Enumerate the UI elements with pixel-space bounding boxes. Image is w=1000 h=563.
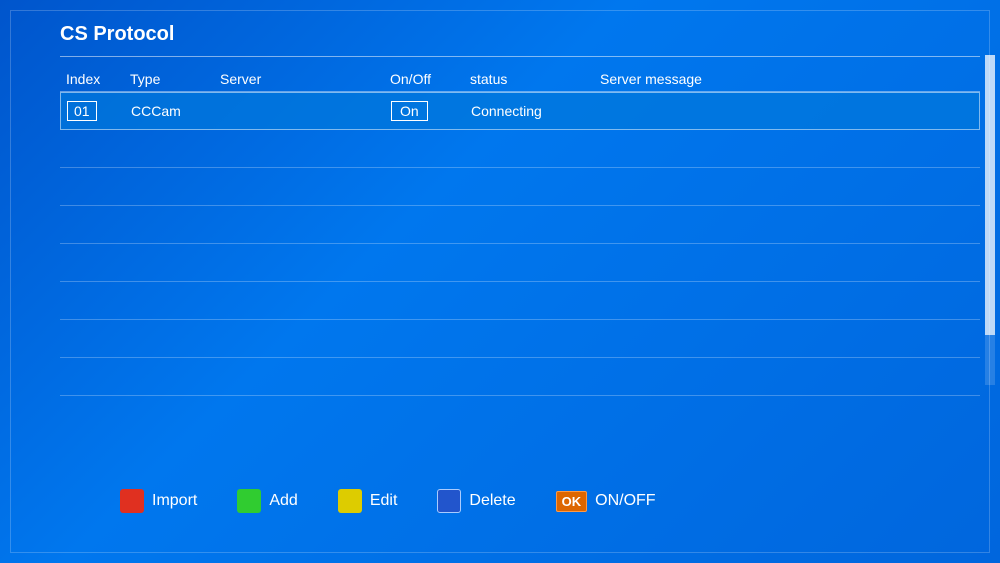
table-row-empty-2 (60, 168, 980, 206)
index-badge: 01 (67, 101, 97, 121)
table-row[interactable]: 01 CCCam On Connecting (60, 92, 980, 130)
delete-label: Delete (469, 492, 515, 510)
onoff-label: ON/OFF (595, 492, 655, 510)
header-type: Type (130, 71, 220, 87)
table-body: 01 CCCam On Connecting (60, 92, 980, 396)
header-message: Server message (600, 71, 980, 87)
ok-badge: OK (556, 491, 588, 512)
header-index: Index (60, 71, 130, 87)
table-headers: Index Type Server On/Off status Server m… (60, 67, 980, 92)
import-label: Import (152, 492, 197, 510)
scrollbar-track[interactable] (985, 55, 995, 385)
add-button[interactable]: Add (237, 489, 297, 513)
cell-index: 01 (61, 101, 131, 121)
cell-status: Connecting (471, 103, 601, 119)
edit-label: Edit (370, 492, 398, 510)
edit-button[interactable]: Edit (338, 489, 398, 513)
blue-icon (437, 489, 461, 513)
page-title: CS Protocol (60, 15, 980, 57)
green-icon (237, 489, 261, 513)
red-icon (120, 489, 144, 513)
table-row-empty-5 (60, 282, 980, 320)
table-area: Index Type Server On/Off status Server m… (60, 67, 980, 396)
table-row-empty-7 (60, 358, 980, 396)
table-row-empty-4 (60, 244, 980, 282)
toolbar: Import Add Edit Delete OK ON/OFF (120, 489, 656, 513)
table-row-empty-6 (60, 320, 980, 358)
add-label: Add (269, 492, 297, 510)
scrollbar-thumb[interactable] (985, 55, 995, 335)
header-onoff: On/Off (390, 71, 470, 87)
header-status: status (470, 71, 600, 87)
cell-onoff: On (391, 101, 471, 121)
main-container: CS Protocol Index Type Server On/Off sta… (60, 15, 980, 543)
cell-type: CCCam (131, 103, 221, 119)
delete-button[interactable]: Delete (437, 489, 515, 513)
yellow-icon (338, 489, 362, 513)
onoff-badge: On (391, 101, 428, 121)
table-row-empty-3 (60, 206, 980, 244)
header-server: Server (220, 71, 390, 87)
table-row-empty-1 (60, 130, 980, 168)
onoff-button[interactable]: OK ON/OFF (556, 491, 656, 512)
import-button[interactable]: Import (120, 489, 197, 513)
